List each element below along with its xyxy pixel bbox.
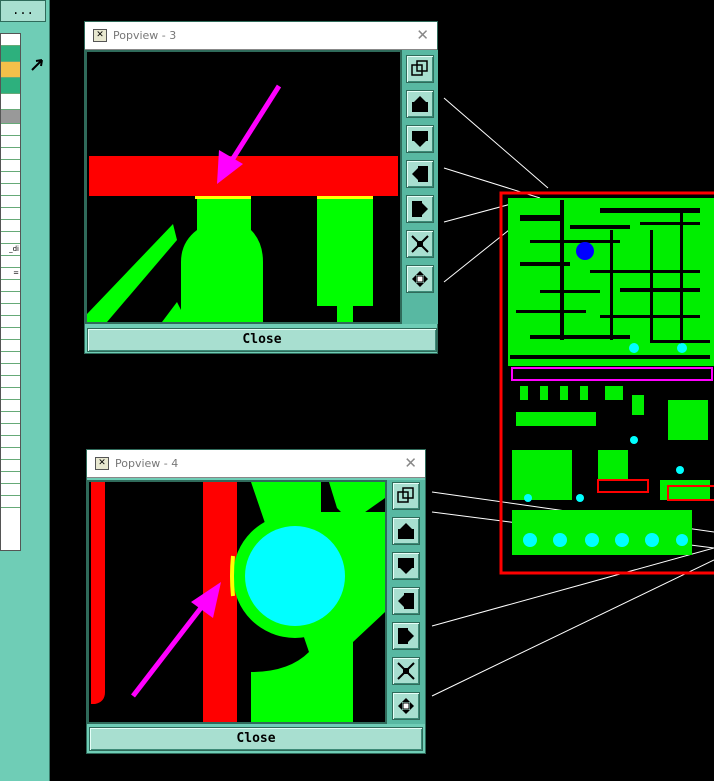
zoom-out-button[interactable] (392, 692, 420, 720)
move-up-button[interactable] (406, 90, 434, 118)
move-up-button[interactable] (392, 517, 420, 545)
list-item[interactable] (1, 400, 20, 412)
move-left-button[interactable] (406, 160, 434, 188)
list-item[interactable] (1, 484, 20, 496)
move-right-button[interactable] (406, 195, 434, 223)
window-app-icon: ✕ (95, 457, 109, 470)
close-button[interactable]: Close (87, 328, 437, 352)
list-item[interactable] (1, 304, 20, 316)
popview-4-window[interactable]: ✕ Popview - 4 ✕ Close (86, 449, 426, 754)
zoom-out-button[interactable] (406, 265, 434, 293)
highlight-edge (195, 196, 251, 199)
list-item[interactable] (1, 388, 20, 400)
component-marker (576, 242, 594, 260)
list-item[interactable] (1, 424, 20, 436)
move-down-button[interactable] (406, 125, 434, 153)
list-item[interactable] (1, 496, 20, 508)
layer-swatch[interactable] (1, 94, 20, 110)
list-item[interactable] (1, 412, 20, 424)
list-item[interactable] (1, 448, 20, 460)
layer-swatch[interactable] (1, 110, 20, 124)
copper-pad (317, 199, 373, 306)
layer-swatch[interactable] (1, 46, 20, 62)
close-icon[interactable]: ✕ (416, 26, 429, 44)
window-title: Popview - 3 (113, 29, 177, 42)
zoom-in-button[interactable] (406, 230, 434, 258)
close-icon[interactable]: ✕ (404, 454, 417, 472)
list-item[interactable] (1, 328, 20, 340)
list-item[interactable] (1, 148, 20, 160)
list-item[interactable] (1, 184, 20, 196)
restore-view-button[interactable] (406, 55, 434, 83)
list-item[interactable] (1, 460, 20, 472)
list-item[interactable] (1, 436, 20, 448)
list-item[interactable] (1, 220, 20, 232)
list-item[interactable] (1, 232, 20, 244)
list-item[interactable] (1, 136, 20, 148)
list-item[interactable] (1, 208, 20, 220)
close-button[interactable]: Close (89, 727, 423, 751)
move-down-button[interactable] (392, 552, 420, 580)
window-title: Popview - 4 (115, 457, 179, 470)
more-button[interactable]: ... (0, 0, 46, 22)
copper-pad (181, 199, 263, 322)
list-item[interactable] (1, 124, 20, 136)
layer-swatch[interactable] (1, 78, 20, 94)
list-item[interactable] (1, 172, 20, 184)
layer-swatch[interactable] (1, 34, 20, 46)
popview-4-titlebar[interactable]: ✕ Popview - 4 ✕ (87, 450, 425, 478)
popview-3-titlebar[interactable]: ✕ Popview - 3 ✕ (85, 22, 437, 50)
list-item-marker[interactable]: = (1, 268, 20, 280)
list-item[interactable] (1, 340, 20, 352)
window-app-icon: ✕ (93, 29, 107, 42)
move-right-button[interactable] (392, 622, 420, 650)
list-item[interactable] (1, 364, 20, 376)
highlight-edge (317, 196, 373, 199)
callout-lines (431, 97, 714, 697)
list-item[interactable] (1, 352, 20, 364)
list-item[interactable] (1, 256, 20, 268)
drill-pad (245, 526, 345, 626)
popview-3-window[interactable]: ✕ Popview - 3 ✕ Close (84, 21, 438, 354)
zoom-in-button[interactable] (392, 657, 420, 685)
list-item-label[interactable]: _di (1, 244, 20, 256)
red-net-trace (91, 482, 105, 704)
list-item[interactable] (1, 376, 20, 388)
popview-4-viewport[interactable] (87, 480, 387, 724)
list-item[interactable] (1, 292, 20, 304)
layer-list[interactable]: _di = (0, 33, 21, 551)
left-toolbar-panel: ... _di = (0, 0, 50, 781)
copper-trace (87, 224, 177, 322)
arrow-cursor-icon (31, 59, 43, 71)
popview-3-viewport[interactable] (85, 50, 402, 324)
list-item[interactable] (1, 316, 20, 328)
pcb-editor-screen: ... _di = ✕ Popview - 3 ✕ Close ✕ Popvie… (0, 0, 714, 781)
list-item[interactable] (1, 472, 20, 484)
red-net-trace (89, 156, 398, 196)
layer-swatch[interactable] (1, 62, 20, 78)
list-item[interactable] (1, 196, 20, 208)
restore-view-button[interactable] (392, 482, 420, 510)
move-left-button[interactable] (392, 587, 420, 615)
highlight-edge (230, 555, 235, 597)
list-item[interactable] (1, 280, 20, 292)
list-item[interactable] (1, 160, 20, 172)
